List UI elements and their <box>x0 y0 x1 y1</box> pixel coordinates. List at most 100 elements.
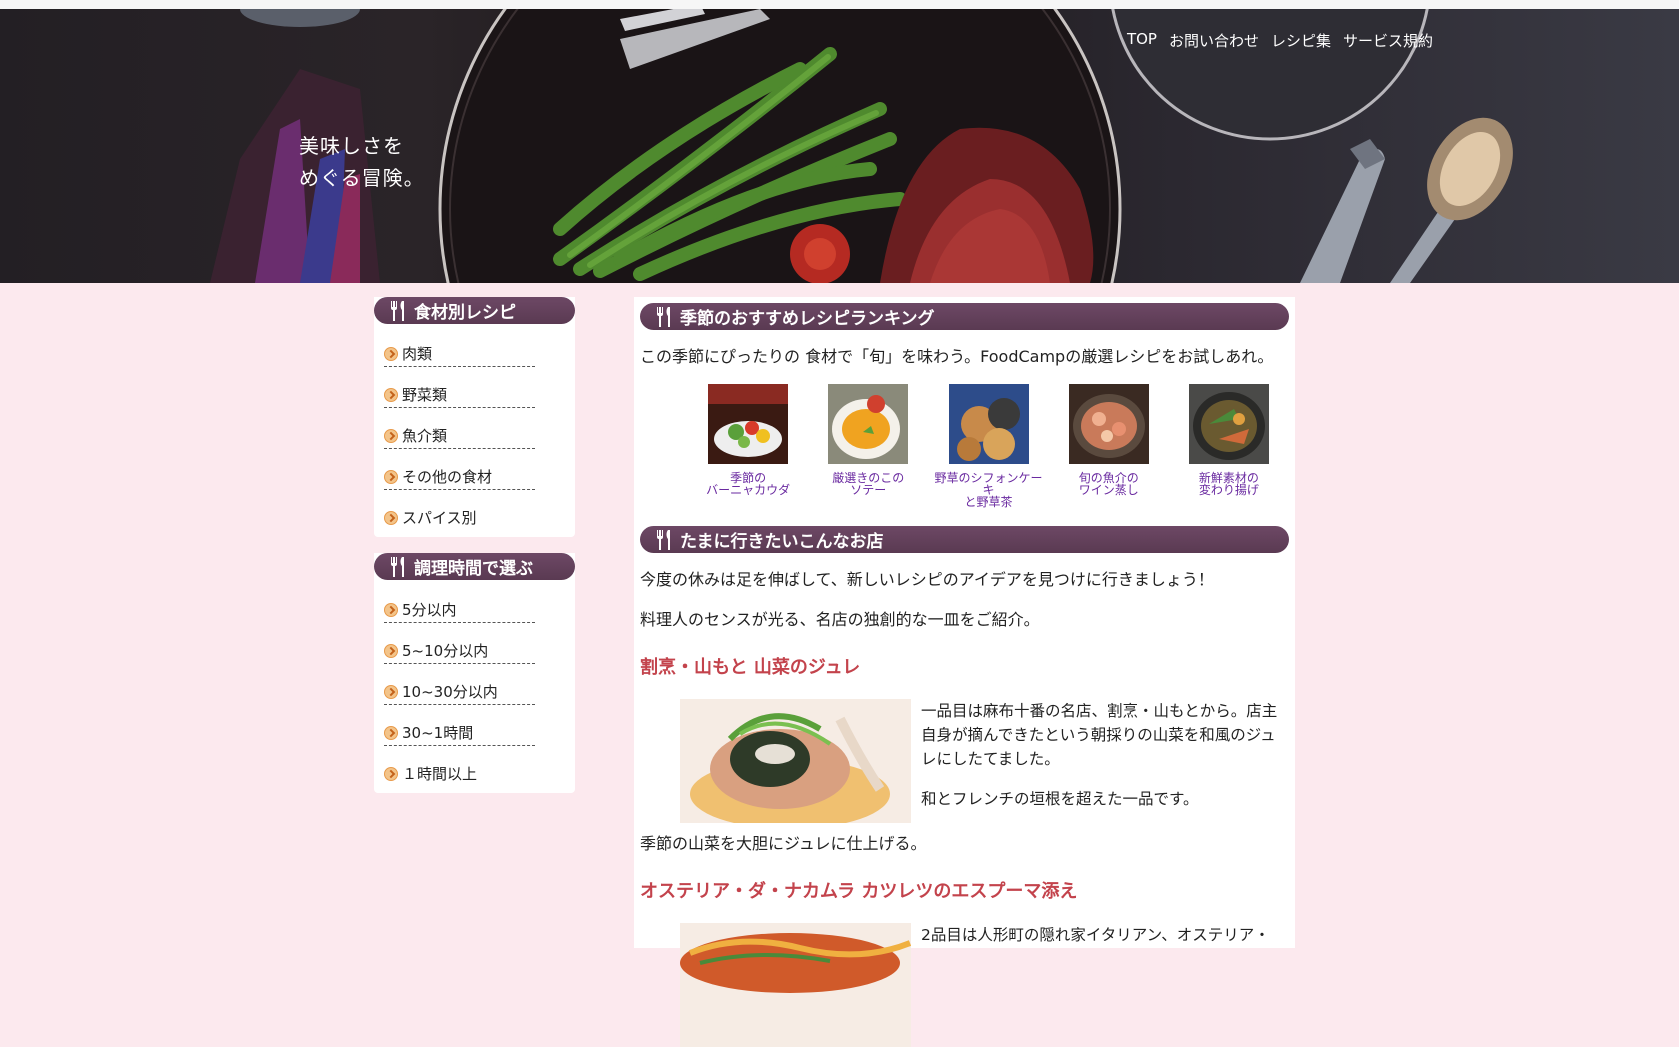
sidebar-link-meat[interactable]: 肉類 <box>384 343 535 367</box>
ingredients-heading: 食材別レシピ <box>374 297 575 324</box>
sidebar-link-time-2[interactable]: 5~10分以内 <box>384 640 535 664</box>
caption-line: 変わり揚げ <box>1198 483 1259 497</box>
shop1-desc-line: 自身が摘んできたという朝採りの山菜を和風のジュ <box>921 726 1276 744</box>
nav-contact-link[interactable]: お問い合わせ <box>1169 30 1259 51</box>
nav-recipes-link[interactable]: レシピ集 <box>1271 30 1331 51</box>
ranking-item-2[interactable]: 厳選きのこの ソテー <box>808 384 928 508</box>
arrow-circle-icon <box>384 387 398 402</box>
sidebar-label: １時間以上 <box>402 765 478 783</box>
nav-top-link[interactable]: TOP <box>1127 30 1157 51</box>
hero-tagline: 美味しさを めぐる冒険。 <box>299 130 425 194</box>
sidebar-label: 10~30分以内 <box>402 683 498 701</box>
sidebar-label: 5分以内 <box>402 601 457 619</box>
fork-knife-icon <box>657 306 670 327</box>
hero-banner: 美味しさを めぐる冒険。 TOP お問い合わせ レシピ集 サービス規約 <box>0 9 1679 283</box>
shop2-dish-photo <box>680 923 911 1047</box>
sidebar-link-time-3[interactable]: 10~30分以内 <box>384 681 535 705</box>
top-nav: TOP お問い合わせ レシピ集 サービス規約 <box>1127 30 1433 51</box>
ranking-item-4[interactable]: 旬の魚介の ワイン蒸し <box>1049 384 1169 508</box>
top-strip <box>0 0 1679 9</box>
ranking-item-5[interactable]: 新鮮素材の 変わり揚げ <box>1169 384 1289 508</box>
arrow-circle-icon <box>384 725 398 740</box>
shop1-desc-line: レにしたてました。 <box>921 750 1060 768</box>
ranking-list: 季節の バーニャカウダ 厳選きのこの ソテー 野草のシフォンケーキと野草茶 旬の… <box>688 384 1289 508</box>
shop2-title: オステリア・ダ・ナカムラ カツレツのエスプーマ添え <box>640 881 1078 902</box>
sidebar-item-other: その他の食材 <box>384 455 575 496</box>
sidebar-item-time-5: １時間以上 <box>384 752 575 793</box>
bagna-cauda-photo <box>708 384 789 464</box>
ranking-caption: 季節の バーニャカウダ <box>688 472 808 496</box>
sidebar-item-spice: スパイス別 <box>384 496 575 537</box>
caption-line: バーニャカウダ <box>706 483 791 497</box>
fork-knife-icon <box>391 300 404 321</box>
shop2-feature: 2品目は人形町の隠れ家イタリアン、オステリア・ <box>680 923 1289 1047</box>
sidebar-link-other[interactable]: その他の食材 <box>384 466 535 490</box>
shops-paragraph-1: 今度の休みは足を伸ばして、新しいレシピのアイデアを見つけに行きましょう！ <box>640 570 1214 589</box>
sidebar-link-vegetables[interactable]: 野菜類 <box>384 384 535 408</box>
cooking-time-menu: 調理時間で選ぶ 5分以内 5~10分以内 10~30分以内 30~1時間 １時間… <box>374 553 575 793</box>
sidebar-label: 30~1時間 <box>402 724 474 742</box>
sidebar-link-time-5[interactable]: １時間以上 <box>384 763 535 786</box>
arrow-circle-icon <box>384 346 398 361</box>
ranking-intro: この季節にぴったりの 食材で「旬」を味わう。FoodCampの厳選レシピをお試し… <box>640 347 1274 366</box>
shop1-feature: 一品目は麻布十番の名店、割烹・山もとから。店主 自身が摘んできたという朝採りの山… <box>680 699 1289 823</box>
sidebar-item-meat: 肉類 <box>384 332 575 373</box>
seafood-wine-steamed-photo <box>1068 384 1149 464</box>
sidebar-link-seafood[interactable]: 魚介類 <box>384 425 535 449</box>
ranking-title: 季節のおすすめレシピランキング <box>680 309 935 329</box>
shop1-desc-line: 和とフレンチの垣根を超えた一品です。 <box>921 790 1199 808</box>
sidebar-label: 5~10分以内 <box>402 642 489 660</box>
cooking-time-title: 調理時間で選ぶ <box>414 559 533 579</box>
fried-dish-photo <box>1188 384 1269 464</box>
sidebar-item-time-4: 30~1時間 <box>384 711 575 752</box>
arrow-circle-icon <box>384 643 398 658</box>
arrow-circle-icon <box>384 766 398 781</box>
sidebar: 食材別レシピ 肉類 野菜類 魚介類 その他の食材 スパイス別 調理時間で選ぶ 5… <box>374 297 575 809</box>
sidebar-item-time-3: 10~30分以内 <box>384 670 575 711</box>
fork-knife-icon <box>391 556 404 577</box>
shop1-dish-photo <box>680 699 911 823</box>
arrow-circle-icon <box>384 684 398 699</box>
sidebar-link-spice[interactable]: スパイス別 <box>384 507 535 530</box>
arrow-circle-icon <box>384 469 398 484</box>
nav-terms-link[interactable]: サービス規約 <box>1343 30 1433 51</box>
sidebar-label: 野菜類 <box>402 386 448 404</box>
shop1-title: 割烹・山もと 山菜のジュレ <box>640 657 861 678</box>
shops-heading: たまに行きたいこんなお店 <box>640 526 1289 553</box>
ranking-caption: 厳選きのこの ソテー <box>808 472 928 496</box>
caption-line: ワイン蒸し <box>1078 483 1139 497</box>
sidebar-label: 魚介類 <box>402 427 448 445</box>
tagline-line-2: めぐる冒険。 <box>299 166 425 190</box>
sidebar-item-vegetables: 野菜類 <box>384 373 575 414</box>
arrow-circle-icon <box>384 510 398 525</box>
sidebar-label: 肉類 <box>402 345 433 363</box>
sidebar-link-time-1[interactable]: 5分以内 <box>384 599 535 623</box>
arrow-circle-icon <box>384 428 398 443</box>
ranking-caption: 野草のシフォンケーキと野草茶 <box>928 472 1048 508</box>
ranking-item-1[interactable]: 季節の バーニャカウダ <box>688 384 808 508</box>
shop1-desc-line: 一品目は麻布十番の名店、割烹・山もとから。店主 <box>921 702 1278 720</box>
ranking-heading: 季節のおすすめレシピランキング <box>640 303 1289 330</box>
sidebar-label: スパイス別 <box>402 509 477 527</box>
arrow-circle-icon <box>384 602 398 617</box>
fork-knife-icon <box>657 529 670 550</box>
chiffon-cake-photo <box>948 384 1029 464</box>
ingredients-menu: 食材別レシピ 肉類 野菜類 魚介類 その他の食材 スパイス別 <box>374 297 575 537</box>
sidebar-link-time-4[interactable]: 30~1時間 <box>384 722 535 746</box>
tagline-line-1: 美味しさを <box>299 134 404 158</box>
shops-title: たまに行きたいこんなお店 <box>680 532 884 552</box>
shop2-desc-line: 2品目は人形町の隠れ家イタリアン、オステリア・ <box>921 926 1270 944</box>
main-content: 季節のおすすめレシピランキング この季節にぴったりの 食材で「旬」を味わう。Fo… <box>634 297 1295 1047</box>
sidebar-item-time-2: 5~10分以内 <box>384 629 575 670</box>
cooking-time-heading: 調理時間で選ぶ <box>374 553 575 580</box>
caption-line: と野草茶 <box>964 495 1013 509</box>
sidebar-item-time-1: 5分以内 <box>384 588 575 629</box>
caption-line: ソテー <box>850 483 887 497</box>
ranking-item-3[interactable]: 野草のシフォンケーキと野草茶 <box>928 384 1048 508</box>
sidebar-label: その他の食材 <box>402 468 493 486</box>
shop1-caption: 季節の山菜を大胆にジュレに仕上げる。 <box>640 834 927 853</box>
mushroom-saute-photo <box>828 384 909 464</box>
shop1-description: 一品目は麻布十番の名店、割烹・山もとから。店主 自身が摘んできたという朝採りの山… <box>921 699 1277 823</box>
shop2-description: 2品目は人形町の隠れ家イタリアン、オステリア・ <box>921 923 1270 1047</box>
shops-paragraph-2: 料理人のセンスが光る、名店の独創的な一皿をご紹介。 <box>640 610 1040 629</box>
